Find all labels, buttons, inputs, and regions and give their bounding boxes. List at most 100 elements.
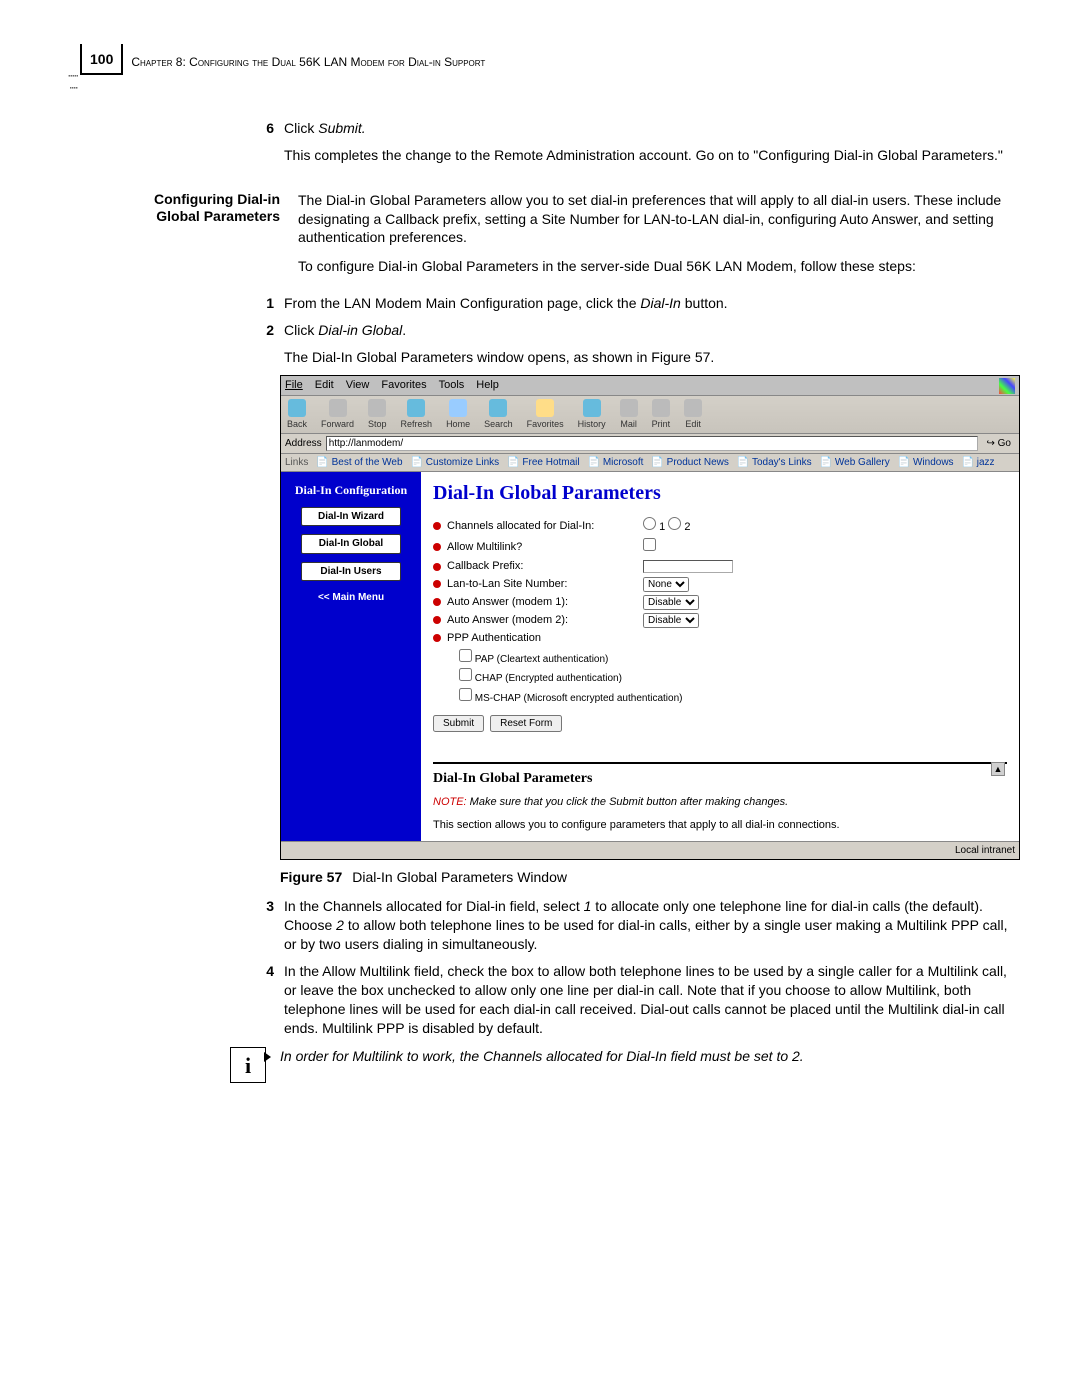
info-icon: i xyxy=(230,1047,266,1083)
auto1-select[interactable]: Disable xyxy=(643,595,699,610)
links-bar-item[interactable]: 📄 Product News xyxy=(651,456,728,470)
auto2-select[interactable]: Disable xyxy=(643,613,699,628)
chapter-heading: Chapter 8: Configuring the Dual 56K LAN … xyxy=(131,50,485,70)
back-button[interactable]: Back xyxy=(287,399,307,430)
sidebar-btn-global[interactable]: Dial-In Global xyxy=(301,534,401,554)
step-2-text: Click Dial-in Global. xyxy=(284,321,1020,340)
address-bar: Address ↪ Go xyxy=(281,434,1019,454)
links-bar-item[interactable]: 📄 Best of the Web xyxy=(316,456,402,470)
menu-file[interactable]: File xyxy=(285,378,303,393)
callback-input[interactable] xyxy=(643,560,733,573)
pap-checkbox[interactable] xyxy=(459,649,472,662)
links-bar-item[interactable]: 📄 Web Gallery xyxy=(820,456,890,470)
sidebar-title: Dial-In Configuration xyxy=(295,482,407,498)
section-heading: Configuring Dial-in Global Parameters xyxy=(80,191,280,277)
forward-button[interactable]: Forward xyxy=(321,399,354,430)
step-1: 1 From the LAN Modem Main Configuration … xyxy=(260,294,1020,313)
sidebar-btn-users[interactable]: Dial-In Users xyxy=(301,562,401,582)
home-icon xyxy=(449,399,467,417)
step-6-para2: This completes the change to the Remote … xyxy=(284,146,1020,165)
back-arrow-icon xyxy=(288,399,306,417)
step-number: 1 xyxy=(260,294,274,313)
page-number-box: 100 ····· ···· xyxy=(80,44,123,75)
step-1-text: From the LAN Modem Main Configuration pa… xyxy=(284,294,1020,313)
links-bar-item[interactable]: 📄 Customize Links xyxy=(411,456,500,470)
sidebar: Dial-In Configuration Dial-In Wizard Dia… xyxy=(281,472,421,840)
step-3-text: In the Channels allocated for Dial-in fi… xyxy=(284,897,1020,954)
menu-help[interactable]: Help xyxy=(476,378,499,393)
submit-button[interactable]: Submit xyxy=(433,715,484,732)
chap-checkbox[interactable] xyxy=(459,668,472,681)
history-button[interactable]: History xyxy=(578,399,606,430)
row-auto2: Auto Answer (modem 2): Disable xyxy=(433,613,1007,628)
stop-button[interactable]: Stop xyxy=(368,399,387,430)
row-channels: Channels allocated for Dial-In: 1 2 xyxy=(433,517,1007,535)
go-button[interactable]: ↪ Go xyxy=(982,437,1015,451)
favorites-icon xyxy=(536,399,554,417)
mschap-checkbox[interactable] xyxy=(459,688,472,701)
row-callback: Callback Prefix: xyxy=(433,559,1007,574)
address-input[interactable] xyxy=(326,436,979,451)
row-multilink: Allow Multilink? xyxy=(433,538,1007,556)
channels-radio-2[interactable] xyxy=(668,517,681,530)
multilink-checkbox[interactable] xyxy=(643,538,656,551)
links-label: Links xyxy=(285,456,308,470)
row-ppp: PPP Authentication xyxy=(433,631,1007,646)
mail-icon xyxy=(620,399,638,417)
section-config-dialin: Configuring Dial-in Global Parameters Th… xyxy=(80,191,1020,277)
links-bar-item[interactable]: 📄 Windows xyxy=(898,456,954,470)
mail-button[interactable]: Mail xyxy=(620,399,638,430)
search-icon xyxy=(489,399,507,417)
search-button[interactable]: Search xyxy=(484,399,513,430)
section-intro2: To configure Dial-in Global Parameters i… xyxy=(298,257,1020,276)
menu-tools[interactable]: Tools xyxy=(439,378,465,393)
reset-button[interactable]: Reset Form xyxy=(490,715,562,732)
figure-label: Figure 57 xyxy=(280,869,342,885)
multilink-info-note: i In order for Multilink to work, the Ch… xyxy=(230,1047,1020,1083)
windows-logo-icon xyxy=(999,378,1015,394)
status-bar: Local intranet xyxy=(281,841,1019,860)
print-icon xyxy=(652,399,670,417)
auth-options: PAP (Cleartext authentication) CHAP (Enc… xyxy=(459,649,1007,706)
help-desc: This section allows you to configure par… xyxy=(433,818,1007,833)
history-icon xyxy=(583,399,601,417)
links-bar-item[interactable]: 📄 Microsoft xyxy=(588,456,644,470)
links-bar-item[interactable]: 📄 Today's Links xyxy=(737,456,812,470)
main-panel: Dial-In Global Parameters Channels alloc… xyxy=(421,472,1019,840)
row-lansite: Lan-to-Lan Site Number: None xyxy=(433,577,1007,592)
refresh-icon xyxy=(407,399,425,417)
step-4: 4 In the Allow Multilink field, check th… xyxy=(260,962,1020,1038)
figure-57-screenshot: File Edit View Favorites Tools Help Back… xyxy=(280,375,1020,860)
menu-view[interactable]: View xyxy=(346,378,370,393)
bullet-icon xyxy=(433,563,441,571)
sidebar-main-menu[interactable]: << Main Menu xyxy=(301,589,401,607)
figure-caption-text: Dial-In Global Parameters Window xyxy=(352,869,567,885)
edit-button[interactable]: Edit xyxy=(684,399,702,430)
info-note-text: In order for Multilink to work, the Chan… xyxy=(280,1047,1020,1066)
step-number: 3 xyxy=(260,897,274,954)
menu-edit[interactable]: Edit xyxy=(315,378,334,393)
bullet-icon xyxy=(433,598,441,606)
section-intro: The Dial-in Global Parameters allow you … xyxy=(298,191,1020,248)
print-button[interactable]: Print xyxy=(652,399,671,430)
channels-radio-1[interactable] xyxy=(643,517,656,530)
links-bar-item[interactable]: 📄 jazz xyxy=(962,456,995,470)
step-6: 6 Click Submit. This completes the chang… xyxy=(260,119,1020,165)
refresh-button[interactable]: Refresh xyxy=(401,399,433,430)
links-bar-item[interactable]: 📄 Free Hotmail xyxy=(507,456,579,470)
page-header: 100 ····· ···· Chapter 8: Configuring th… xyxy=(80,50,1020,75)
home-button[interactable]: Home xyxy=(446,399,470,430)
favorites-button[interactable]: Favorites xyxy=(527,399,564,430)
forward-arrow-icon xyxy=(329,399,347,417)
lansite-select[interactable]: None xyxy=(643,577,689,592)
scroll-up-icon[interactable]: ▲ xyxy=(991,762,1005,776)
step-2-para2: The Dial-In Global Parameters window ope… xyxy=(284,348,1020,367)
sidebar-btn-wizard[interactable]: Dial-In Wizard xyxy=(301,507,401,527)
menu-favorites[interactable]: Favorites xyxy=(381,378,426,393)
help-note: NOTE: Make sure that you click the Submi… xyxy=(433,795,1007,810)
figure-caption: Figure 57 Dial-In Global Parameters Windo… xyxy=(280,868,1020,887)
help-pane: ▲ Dial-In Global Parameters NOTE: Make s… xyxy=(433,762,1007,833)
stop-icon xyxy=(368,399,386,417)
ie-menubar: File Edit View Favorites Tools Help xyxy=(281,376,1019,396)
bullet-icon xyxy=(433,634,441,642)
